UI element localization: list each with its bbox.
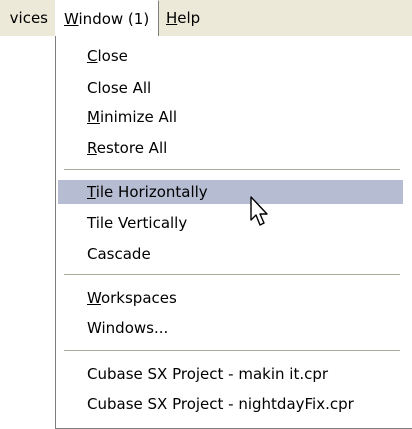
menu-item-project-2[interactable]: Cubase SX Project - nightdayFix.cpr (58, 392, 403, 416)
menu-item-tile-vertically-label: Tile Vertically (87, 214, 188, 232)
menu-item-tile-horizontally-label: ile Horizontally (95, 183, 208, 201)
menu-devices[interactable]: vices (0, 0, 54, 36)
menu-bar: vices Window (1) Help (0, 0, 412, 36)
menu-item-close-all[interactable]: Close All (58, 76, 403, 100)
menu-help-label: elp (177, 9, 201, 27)
menu-window[interactable]: Window (1) (55, 0, 159, 36)
menu-item-tile-horizontally-mnemonic: T (87, 183, 96, 201)
menu-help-mnemonic: H (166, 9, 178, 27)
window-menu-dropdown: Close Close All Minimize All Restore All… (55, 36, 412, 429)
menu-item-workspaces-label: orkspaces (100, 289, 177, 307)
arrow-pointer-icon (250, 196, 268, 226)
menu-item-tile-vertically[interactable]: Tile Vertically (58, 211, 403, 235)
menu-window-label: indow (1) (78, 10, 150, 28)
menu-item-project-1-label: Cubase SX Project - makin it.cpr (87, 365, 329, 383)
menu-item-tile-horizontally[interactable]: Tile Horizontally (58, 180, 403, 204)
menu-separator (64, 169, 400, 170)
menu-item-restore-all[interactable]: Restore All (58, 136, 403, 160)
menu-item-windows[interactable]: Windows... (58, 316, 403, 340)
menu-item-cascade[interactable]: Cascade (58, 242, 403, 266)
menu-window-mnemonic: W (64, 10, 79, 28)
menu-help[interactable]: Help (166, 0, 226, 36)
menu-item-workspaces[interactable]: Workspaces (58, 286, 403, 310)
menu-item-restore-all-mnemonic: R (87, 139, 97, 157)
menu-separator (64, 350, 400, 351)
menu-item-project-2-label: Cubase SX Project - nightdayFix.cpr (87, 395, 354, 413)
menu-item-close-mnemonic: C (87, 47, 98, 65)
menu-item-close-all-label: Close All (87, 79, 152, 97)
menu-item-project-1[interactable]: Cubase SX Project - makin it.cpr (58, 362, 403, 386)
menu-item-workspaces-mnemonic: W (87, 289, 101, 307)
menu-item-windows-label: Windows... (87, 319, 169, 337)
menu-devices-label: vices (9, 9, 48, 27)
menu-item-cascade-label: Cascade (87, 245, 151, 263)
menu-item-close-label: lose (97, 47, 128, 65)
menu-item-minimize-all-label: inimize All (99, 108, 178, 126)
menu-item-close[interactable]: Close (58, 44, 403, 68)
menu-item-restore-all-label: estore All (96, 139, 168, 157)
menu-item-minimize-all-mnemonic: M (87, 108, 100, 126)
menu-separator (64, 274, 400, 275)
menu-item-minimize-all[interactable]: Minimize All (58, 105, 403, 129)
